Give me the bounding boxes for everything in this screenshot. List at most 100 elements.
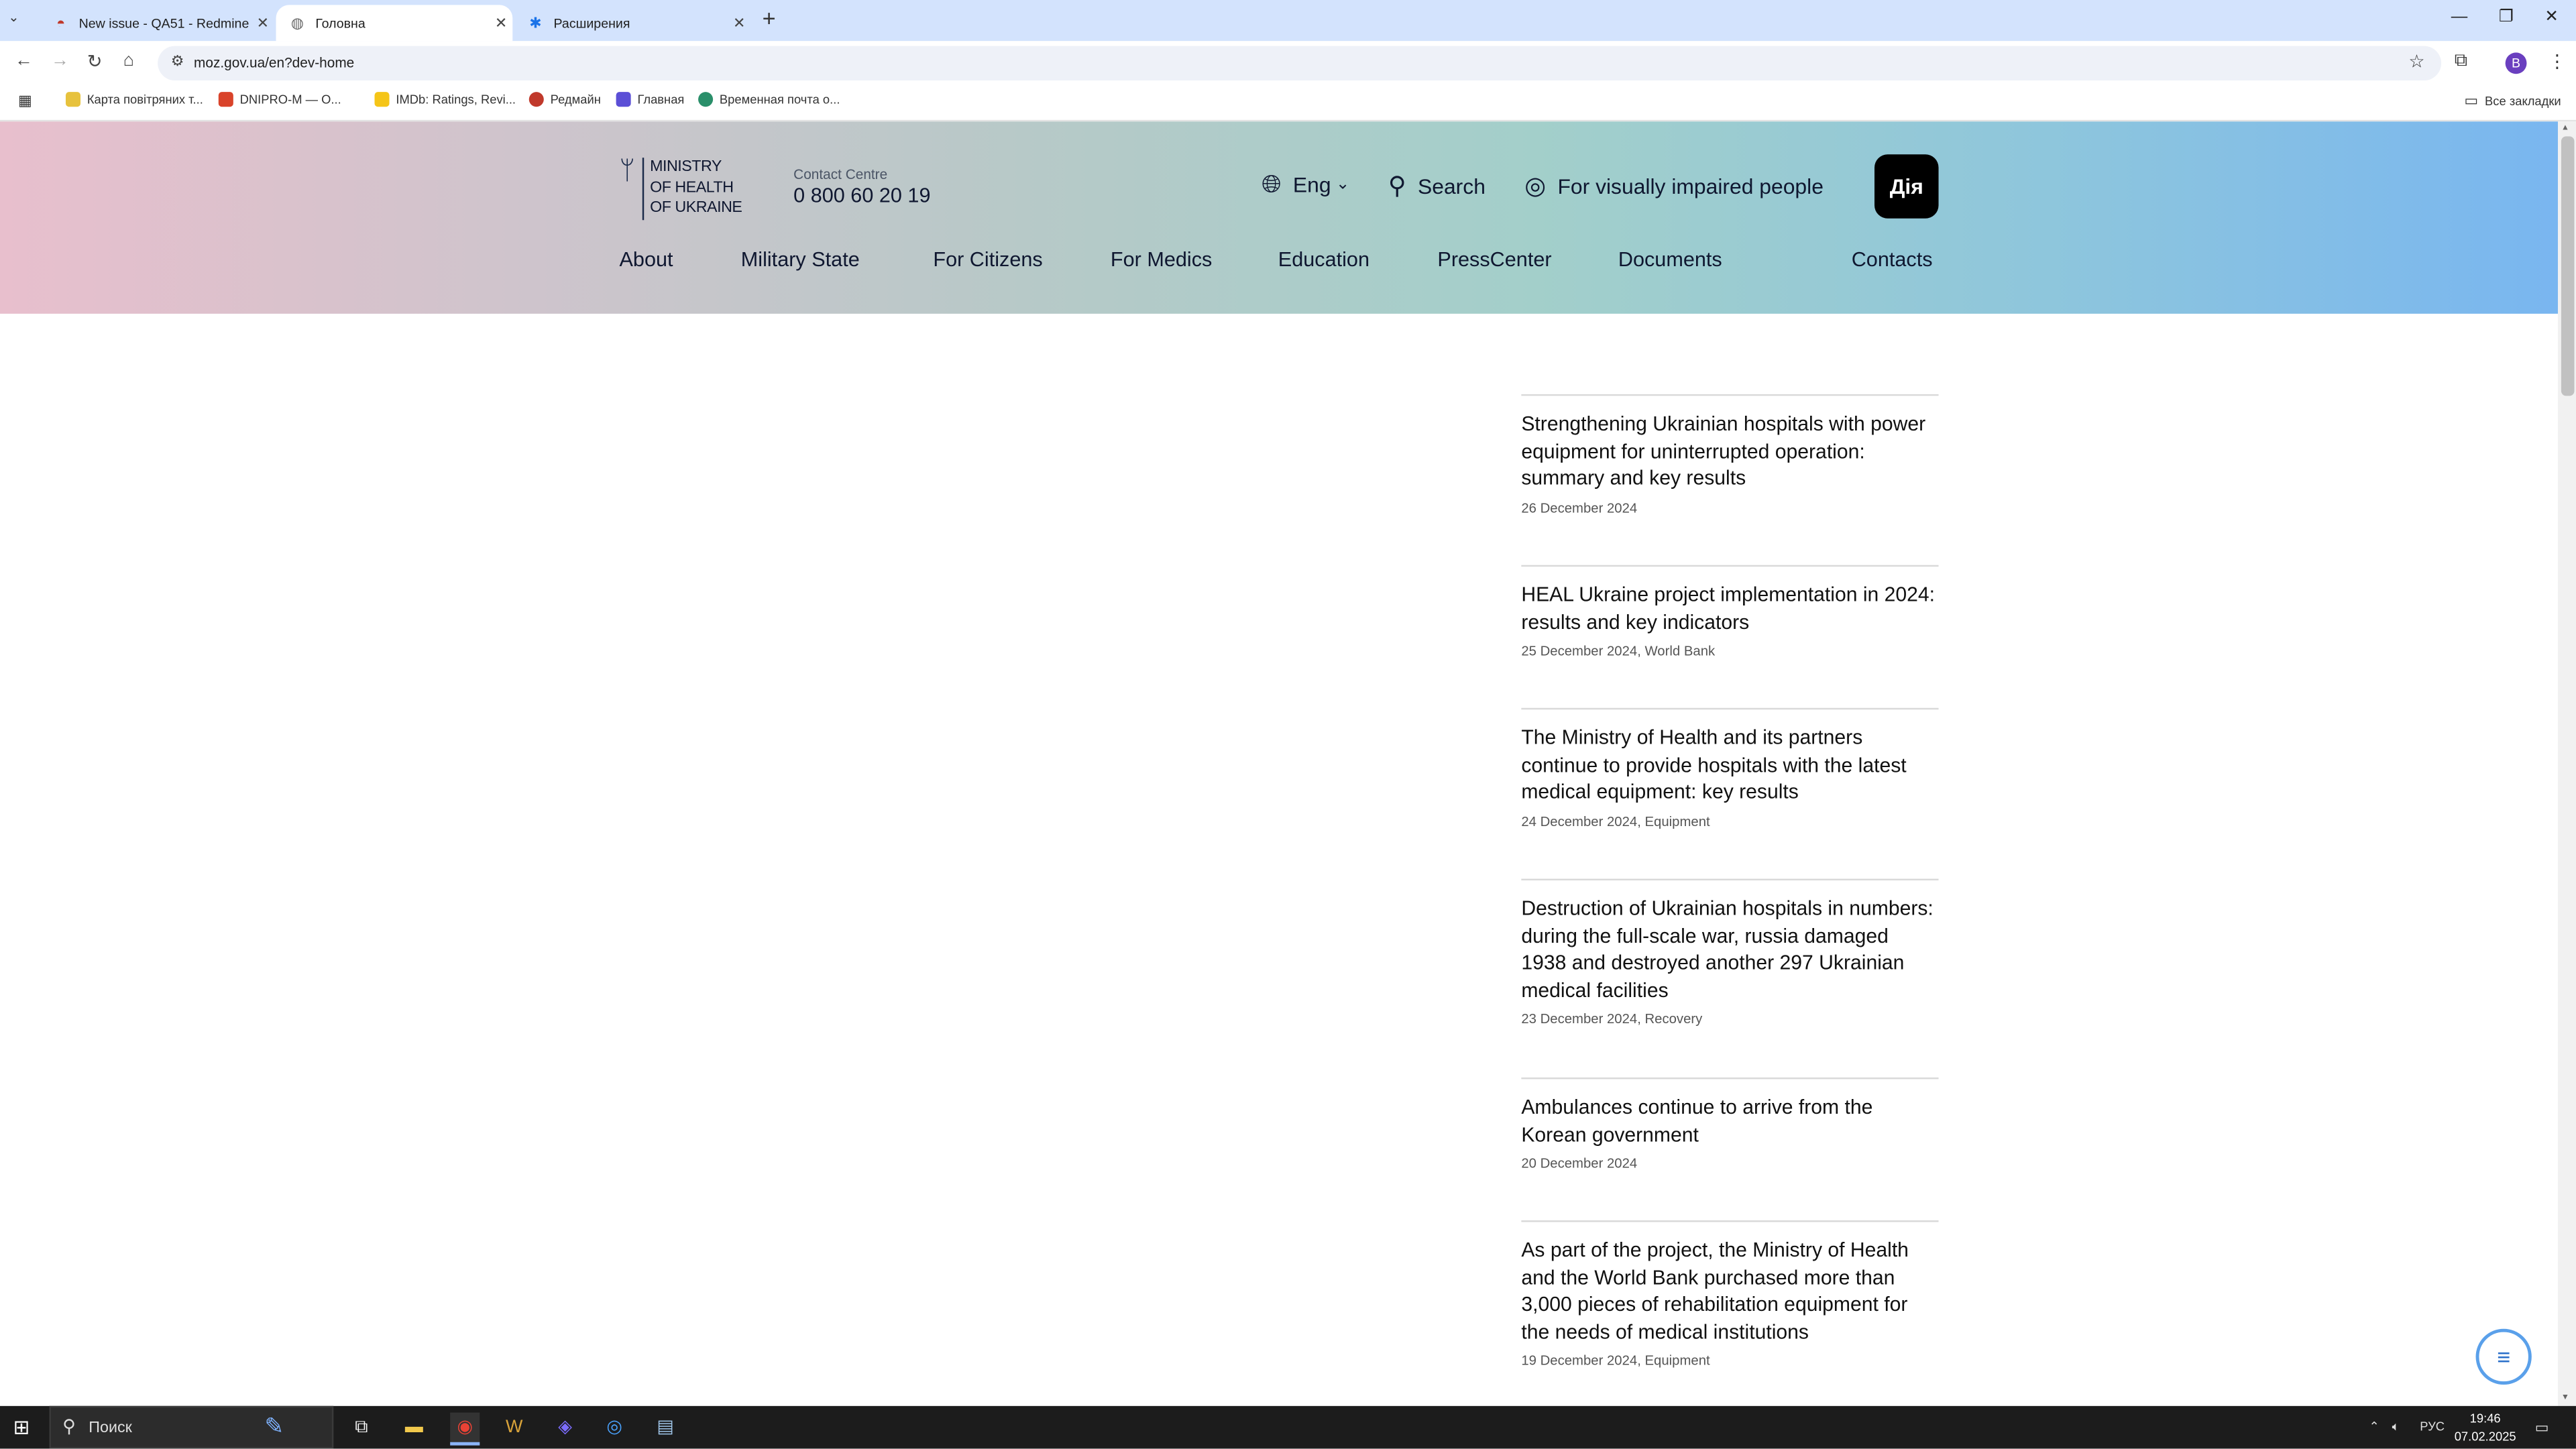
url-text[interactable]: moz.gov.ua/en?dev-home (194, 54, 354, 70)
bookmark-label: Карта повітряних т... (87, 92, 203, 107)
news-title[interactable]: HEAL Ukraine project implementation in 2… (1521, 581, 1938, 636)
close-tab-icon[interactable]: ✕ (728, 14, 750, 32)
close-tab-icon[interactable]: ✕ (251, 14, 274, 32)
logo-line: Ministry (650, 158, 722, 176)
close-tab-icon[interactable]: ✕ (490, 14, 512, 32)
browser-toolbar: ← → ↻ ⌂ ⚙ moz.gov.ua/en?dev-home ☆ (0, 41, 2576, 86)
chevron-down-icon: ⌄ (1335, 176, 1350, 194)
restore-icon[interactable]: ❐ (2499, 8, 2514, 26)
search-button[interactable]: ⚲ Search (1388, 171, 1486, 200)
app-notepad-icon[interactable]: ▤ (651, 1413, 680, 1442)
news-item[interactable]: Destruction of Ukrainian hospitals in nu… (1521, 878, 1939, 1027)
bookmark-item[interactable]: Редмайн (528, 92, 601, 107)
bookmark-label: Редмайн (550, 92, 601, 107)
tab-extensions[interactable]: ✱ Расширения ✕ (514, 5, 751, 41)
news-title[interactable]: The Ministry of Health and its partners … (1521, 724, 1938, 805)
new-tab-icon[interactable]: + (763, 5, 776, 31)
notifications-icon[interactable]: ▭ (2535, 1419, 2549, 1437)
news-meta: 25 December 2024, World Bank (1521, 642, 1716, 659)
news-meta: 23 December 2024, Recovery (1521, 1010, 1703, 1027)
nav-for-citizens[interactable]: For Citizens (933, 248, 1042, 271)
minimize-icon[interactable]: — (2451, 8, 2467, 26)
extensions-icon[interactable]: ⧉ (2455, 51, 2467, 72)
bookmark-favicon (374, 92, 390, 107)
nav-for-medics[interactable]: For Medics (1111, 248, 1212, 271)
bookmark-item[interactable]: DNIPRO-M — О... (218, 92, 341, 107)
news-title[interactable]: As part of the project, the Ministry of … (1521, 1237, 1938, 1346)
news-item[interactable]: Ambulances continue to arrive from the K… (1521, 1077, 1939, 1171)
nav-contacts[interactable]: Contacts (1852, 248, 1933, 271)
task-view-icon[interactable]: ⧉ (347, 1413, 376, 1442)
tab-title: New issue - QA51 - Redmine (78, 15, 249, 31)
redmine-icon: ◓ (56, 15, 66, 32)
reload-icon[interactable]: ↻ (87, 51, 103, 72)
input-language[interactable]: РУС (2420, 1419, 2445, 1434)
news-meta: 26 December 2024 (1521, 498, 1638, 515)
apps-icon[interactable]: ▦ (18, 92, 32, 110)
puzzle-icon: ✱ (529, 13, 542, 31)
forward-icon[interactable]: → (51, 51, 69, 70)
app-w-icon[interactable]: W (500, 1413, 529, 1442)
nav-military-state[interactable]: Military State (741, 248, 860, 271)
home-icon[interactable]: ⌂ (123, 51, 134, 70)
bookmark-item[interactable]: Карта повітряних т... (65, 92, 203, 107)
contact-phone[interactable]: 0 800 60 20 19 (793, 184, 930, 207)
app-blue-icon[interactable]: ◎ (600, 1413, 629, 1442)
news-item[interactable]: Strengthening Ukrainian hospitals with p… (1521, 394, 1939, 515)
bookmark-item[interactable]: Главная (616, 92, 684, 107)
diia-button[interactable]: Дія (1874, 154, 1939, 219)
news-item[interactable]: As part of the project, the Ministry of … (1521, 1220, 1939, 1369)
language-label: Eng (1292, 172, 1331, 197)
scroll-down-icon[interactable]: ▼ (2561, 1393, 2569, 1403)
clock-time: 19:46 (2469, 1411, 2501, 1426)
news-item[interactable]: The Ministry of Health and its partners … (1521, 707, 1939, 829)
ministry-logo[interactable]: ᛘ Ministry of Health of Ukraine (619, 158, 742, 220)
globe-icon: 🌐︎ (1262, 170, 1282, 199)
news-item[interactable]: HEAL Ukraine project implementation in 2… (1521, 565, 1939, 659)
bookmark-item[interactable]: Временная почта о... (698, 92, 840, 107)
bookmark-favicon (616, 92, 631, 107)
bookmark-item[interactable]: IMDb: Ratings, Revi... (374, 92, 516, 107)
bookmark-label: DNIPRO-M — О... (239, 92, 341, 107)
windows-taskbar: ⊞ ⚲ Поиск ✎ ⧉ ▬ ◉ W ◈ ◎ ▤ ⌃ 🔈︎ РУС ▭ (0, 1405, 2576, 1449)
bookmark-star-icon[interactable]: ☆ (2408, 51, 2424, 72)
scroll-up-icon[interactable]: ▲ (2561, 123, 2569, 133)
tab-redmine[interactable]: ◓ New issue - QA51 - Redmine ✕ (40, 5, 274, 41)
bookmarks-bar: ▦ Карта повітряних т... DNIPRO-M — О... … (0, 85, 2576, 122)
bookmark-favicon (218, 92, 233, 107)
logo-line: of Ukraine (650, 198, 742, 217)
news-meta: 24 December 2024, Equipment (1521, 812, 1710, 829)
tab-search-icon[interactable]: ⌄ (8, 10, 19, 25)
nav-presscenter[interactable]: PressCenter (1437, 248, 1551, 271)
menu-icon[interactable]: ⋮ (2548, 51, 2566, 72)
clock-date: 07.02.2025 (2454, 1429, 2516, 1444)
all-bookmarks[interactable]: ▭ Все закладки (2464, 92, 2561, 110)
taskbar-search[interactable]: ⚲ Поиск ✎ (49, 1405, 334, 1449)
file-explorer-icon[interactable]: ▬ (399, 1413, 429, 1442)
visually-impaired-button[interactable]: ◎ For visually impaired people (1524, 171, 1824, 200)
site-info-icon[interactable]: ⚙ (171, 52, 184, 70)
news-title[interactable]: Ambulances continue to arrive from the K… (1521, 1094, 1938, 1148)
app-teams-icon[interactable]: ◈ (551, 1413, 580, 1442)
nav-documents[interactable]: Documents (1618, 248, 1722, 271)
search-label: Search (1418, 173, 1486, 198)
chat-widget-button[interactable]: ≡ (2475, 1328, 2532, 1385)
profile-avatar[interactable]: B (2505, 52, 2527, 74)
nav-about[interactable]: About (619, 248, 673, 271)
system-clock[interactable]: 19:46 07.02.2025 (2455, 1409, 2516, 1446)
address-bar[interactable]: ⚙ moz.gov.ua/en?dev-home ☆ (158, 46, 2442, 81)
tray-chevron-icon[interactable]: ⌃ (2369, 1419, 2379, 1434)
news-title[interactable]: Destruction of Ukrainian hospitals in nu… (1521, 895, 1938, 1004)
tab-golovna[interactable]: ◍ Головна ✕ (276, 5, 513, 42)
close-window-icon[interactable]: ✕ (2544, 8, 2559, 26)
language-selector[interactable]: 🌐︎ Eng ⌄ (1262, 171, 1349, 199)
windows-start-icon[interactable]: ⊞ (13, 1416, 30, 1439)
news-title[interactable]: Strengthening Ukrainian hospitals with p… (1521, 410, 1938, 491)
nav-education[interactable]: Education (1278, 248, 1369, 271)
volume-icon[interactable]: 🔈︎ (2392, 1419, 2400, 1435)
tab-title: Расширения (553, 15, 630, 31)
chrome-icon[interactable]: ◉ (450, 1412, 480, 1446)
scrollbar-thumb[interactable] (2561, 136, 2575, 396)
back-icon[interactable]: ← (15, 51, 33, 70)
news-meta: 20 December 2024 (1521, 1155, 1638, 1171)
